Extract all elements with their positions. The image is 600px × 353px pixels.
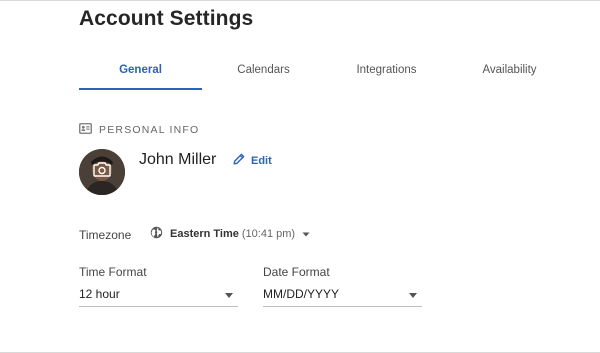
date-format-select[interactable]: MM/DD/YYYY (263, 285, 422, 307)
timezone-select[interactable]: Eastern Time (10:41 pm) (150, 226, 310, 242)
camera-icon (93, 162, 111, 182)
tab-availability[interactable]: Availability (448, 62, 571, 90)
chevron-down-icon (409, 293, 417, 298)
id-card-icon (79, 121, 92, 139)
globe-icon (150, 226, 163, 242)
avatar[interactable] (79, 149, 125, 195)
section-label: PERSONAL INFO (99, 124, 200, 136)
tab-general[interactable]: General (79, 62, 202, 90)
timezone-value: Eastern Time (170, 228, 239, 240)
page-title: Account Settings (79, 7, 254, 30)
tab-integrations[interactable]: Integrations (325, 62, 448, 90)
pencil-icon (233, 153, 245, 168)
user-name: John Miller (139, 151, 217, 168)
settings-tabs: General Calendars Integrations Availabil… (79, 62, 600, 90)
tab-calendars[interactable]: Calendars (202, 62, 325, 90)
chevron-down-icon (225, 293, 233, 298)
time-format-label: Time Format (79, 265, 147, 279)
chevron-down-icon (302, 228, 310, 240)
date-format-value: MM/DD/YYYY (263, 287, 340, 301)
timezone-time: (10:41 pm) (241, 228, 296, 240)
time-format-value: 12 hour (79, 287, 120, 301)
timezone-label: Timezone (79, 228, 132, 242)
edit-name-button[interactable]: Edit (233, 153, 272, 168)
edit-label: Edit (251, 154, 272, 167)
date-format-label: Date Format (263, 265, 330, 279)
personal-info-header: PERSONAL INFO (79, 121, 199, 139)
time-format-select[interactable]: 12 hour (79, 285, 238, 307)
